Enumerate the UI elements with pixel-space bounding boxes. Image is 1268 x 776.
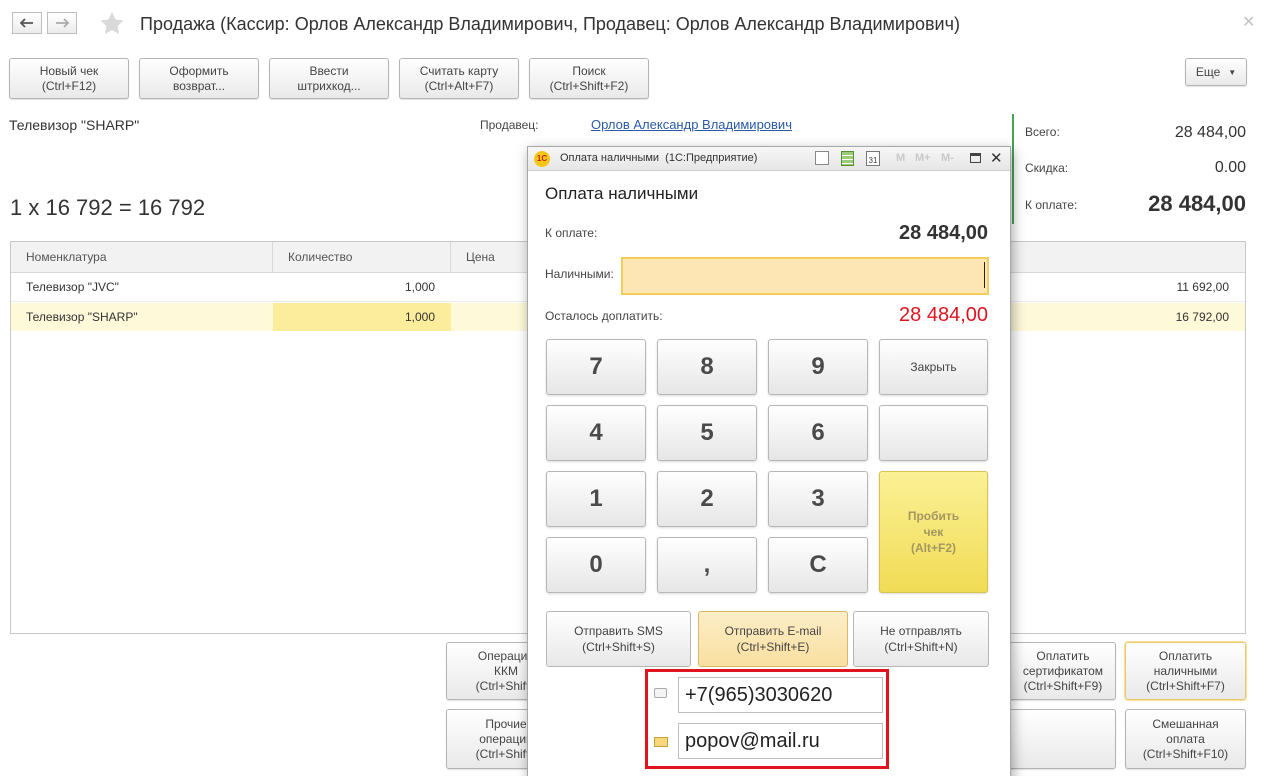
key-2[interactable]: 2: [657, 471, 757, 527]
row-sum: 11 692,00: [1176, 280, 1230, 294]
remaining-value: 28 484,00: [899, 304, 988, 326]
close-icon[interactable]: ✕: [1242, 12, 1255, 32]
to-pay-value: 28 484,00: [1148, 191, 1246, 216]
favorite-star-icon[interactable]: [99, 11, 125, 38]
memory-mminus-icon[interactable]: M-: [941, 152, 954, 164]
dialog-heading: Оплата наличными: [545, 184, 699, 203]
row-qty: 1,000: [404, 310, 435, 324]
key-1[interactable]: 1: [546, 471, 646, 527]
more-label: Еще: [1195, 64, 1221, 79]
back-button[interactable]: [12, 12, 42, 34]
arrow-right-icon: [56, 18, 69, 28]
row-name: Телевизор "SHARP": [26, 310, 138, 324]
row-qty: 1,000: [404, 280, 435, 294]
print-receipt-button[interactable]: Пробить чек (Alt+F2): [879, 471, 988, 593]
key-9[interactable]: 9: [768, 339, 868, 395]
col-nomenclature[interactable]: Номенклатура: [11, 242, 273, 273]
key-3[interactable]: 3: [768, 471, 868, 527]
dropdown-arrow-icon: ▼: [1228, 67, 1237, 77]
key-0[interactable]: 0: [546, 537, 646, 593]
close-dialog-button[interactable]: Закрыть: [879, 339, 988, 395]
forward-button[interactable]: [47, 12, 77, 34]
cash-input[interactable]: [621, 257, 989, 295]
dialog-titlebar: 1С Оплата наличными (1С:Предприятие) 31 …: [528, 147, 1010, 171]
more-button[interactable]: Еще ▼: [1185, 58, 1247, 86]
send-sms-button[interactable]: Отправить SMS (Ctrl+Shift+S): [546, 611, 691, 667]
arrow-left-icon: [20, 18, 33, 28]
print-icon[interactable]: [815, 151, 829, 165]
key-comma[interactable]: ,: [657, 537, 757, 593]
key-clear[interactable]: C: [768, 537, 868, 593]
row-name: Телевизор "JVC": [26, 280, 119, 294]
app-logo-icon: 1С: [534, 151, 550, 167]
text-cursor: [984, 262, 985, 288]
memory-m-icon[interactable]: M: [896, 152, 905, 164]
key-7[interactable]: 7: [546, 339, 646, 395]
key-4[interactable]: 4: [546, 405, 646, 461]
barcode-button[interactable]: Ввести штрихкод...: [269, 58, 389, 99]
key-6[interactable]: 6: [768, 405, 868, 461]
total-value: 28 484,00: [1174, 124, 1246, 141]
new-receipt-button[interactable]: Новый чек (Ctrl+F12): [9, 58, 129, 99]
to-pay-label: К оплате:: [1025, 198, 1078, 212]
current-item-calc: 1 x 16 792 = 16 792: [10, 195, 206, 220]
key-5[interactable]: 5: [657, 405, 757, 461]
read-card-button[interactable]: Считать карту (Ctrl+Alt+F7): [399, 58, 519, 99]
seller-label: Продавец:: [480, 118, 539, 132]
blank-key[interactable]: [879, 405, 988, 461]
dialog-window-title: Оплата наличными (1С:Предприятие): [560, 152, 758, 164]
mixed-payment-button[interactable]: Смешанная оплата (Ctrl+Shift+F10): [1125, 709, 1246, 769]
total-label: Всего:: [1025, 125, 1060, 139]
page-title: Продажа (Кассир: Орлов Александр Владими…: [140, 14, 960, 34]
col-quantity[interactable]: Количество: [273, 242, 451, 273]
dialog-to-pay-label: К оплате:: [545, 226, 598, 240]
search-button[interactable]: Поиск (Ctrl+Shift+F2): [529, 58, 649, 99]
memory-mplus-icon[interactable]: M+: [915, 152, 931, 164]
current-item-name: Телевизор "SHARP": [9, 117, 140, 133]
key-8[interactable]: 8: [657, 339, 757, 395]
calculator-icon[interactable]: [841, 151, 854, 166]
dialog-to-pay-value: 28 484,00: [899, 222, 988, 244]
pay-cash-button[interactable]: Оплатить наличными (Ctrl+Shift+F7): [1125, 642, 1246, 700]
pay-blank-button[interactable]: [1000, 709, 1116, 769]
dialog-close-icon[interactable]: ✕: [990, 149, 1003, 167]
no-send-button[interactable]: Не отправлять (Ctrl+Shift+N): [853, 611, 989, 667]
calendar-icon[interactable]: 31: [866, 151, 880, 166]
annotation-highlight-box: [645, 669, 889, 769]
remaining-label: Осталось доплатить:: [545, 309, 663, 323]
pay-certificate-button[interactable]: Оплатить сертификатом (Ctrl+Shift+F9): [1000, 642, 1116, 700]
cash-label: Наличными:: [545, 267, 614, 281]
maximize-icon[interactable]: [970, 153, 981, 163]
totals-separator: [1012, 114, 1014, 224]
seller-link[interactable]: Орлов Александр Владимирович: [591, 117, 792, 132]
discount-value: 0.00: [1214, 159, 1246, 176]
send-email-button[interactable]: Отправить E-mail (Ctrl+Shift+E): [698, 611, 848, 667]
return-button[interactable]: Оформить возврат...: [139, 58, 259, 99]
row-sum: 16 792,00: [1175, 310, 1229, 324]
discount-label: Скидка:: [1025, 161, 1069, 175]
